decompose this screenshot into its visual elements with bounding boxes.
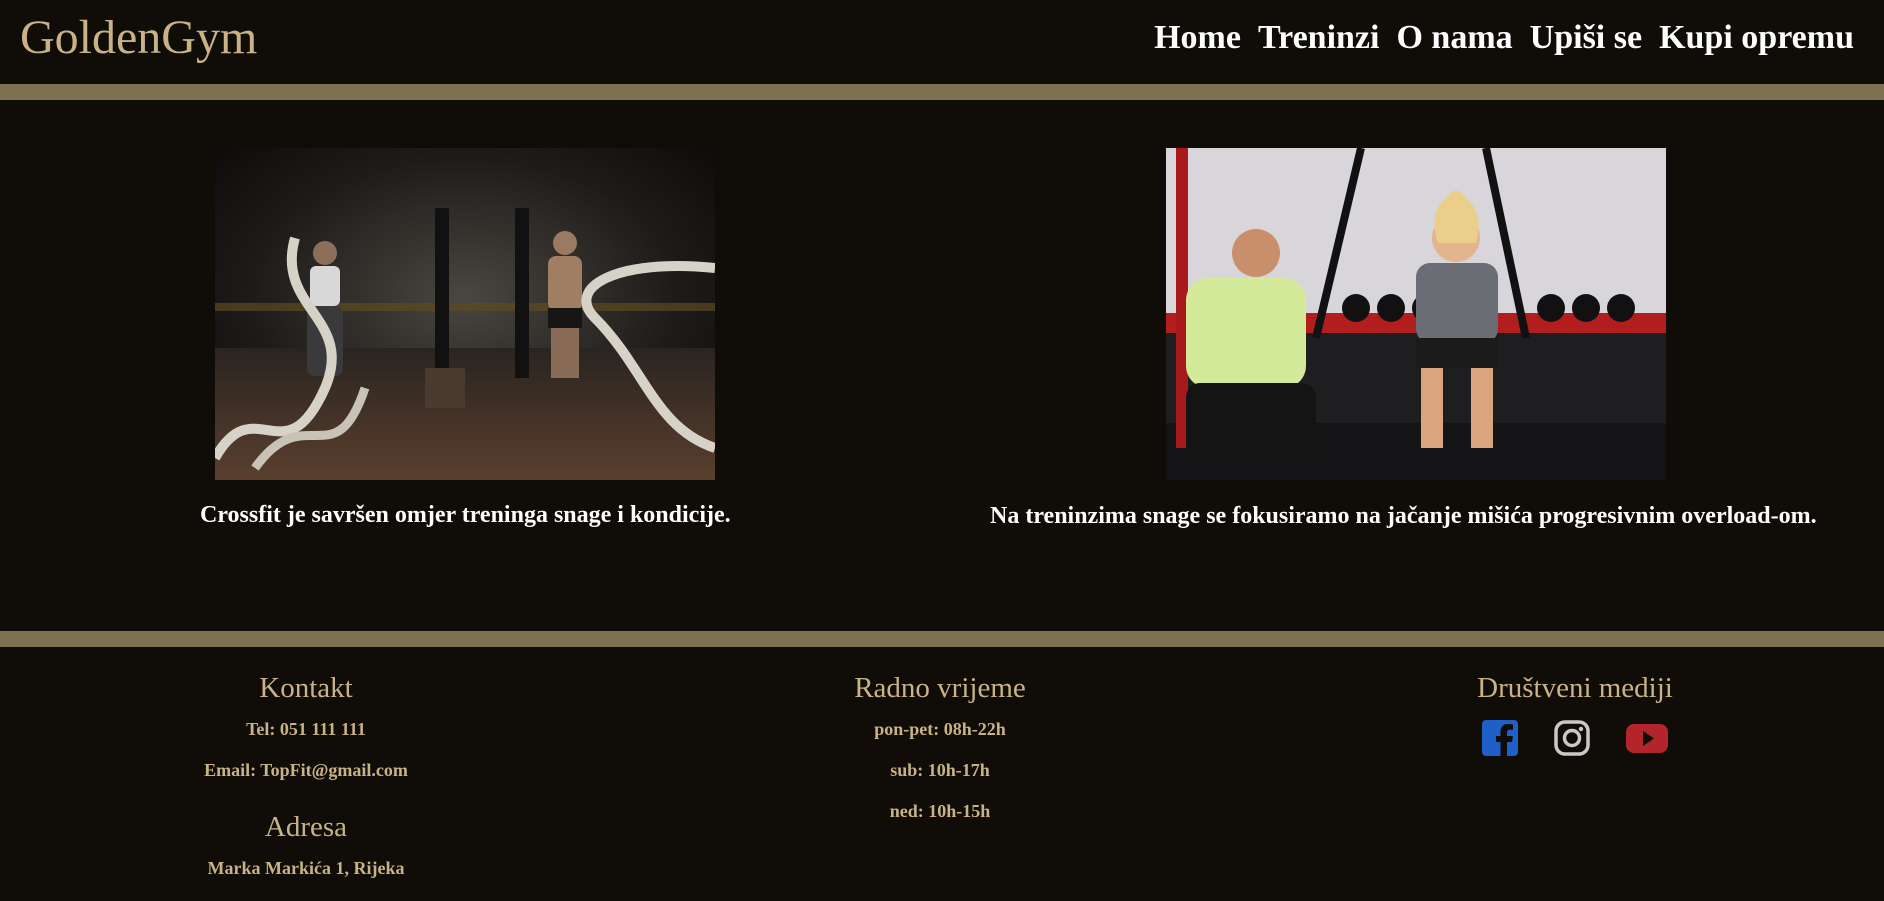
trx-training-photo <box>1166 148 1666 480</box>
contact-address: Marka Markića 1, Rijeka <box>207 858 405 878</box>
nav-upisi-se-link[interactable]: Upiši se <box>1530 14 1642 62</box>
hours-section: Radno vrijeme pon-pet: 08h-22h sub: 10h-… <box>790 672 1090 822</box>
nav-kupi-opremu-link[interactable]: Kupi opremu <box>1659 14 1854 62</box>
nav-home-link[interactable]: Home <box>1154 14 1241 62</box>
footer-divider <box>0 631 1884 647</box>
hours-sunday: ned: 10h-15h <box>889 801 991 821</box>
hours-saturday: sub: 10h-17h <box>890 760 990 780</box>
site-logo[interactable]: GoldenGym <box>20 10 257 66</box>
youtube-icon[interactable] <box>1625 719 1669 757</box>
social-title: Društveni mediji <box>1477 672 1673 704</box>
main-nav: Home Treninzi O nama Upiši se Kupi oprem… <box>1154 14 1854 62</box>
social-section: Društveni mediji <box>1425 672 1725 757</box>
contact-email[interactable]: Email: TopFit@gmail.com <box>156 760 456 781</box>
site-header: GoldenGym Home Treninzi O nama Upiši se … <box>0 0 1884 84</box>
battle-ropes-photo <box>215 148 715 480</box>
instagram-icon[interactable] <box>1553 719 1591 757</box>
nav-o-nama-link[interactable]: O nama <box>1396 14 1512 62</box>
header-divider <box>0 84 1884 100</box>
crossfit-caption: Crossfit je savršen omjer treninga snage… <box>200 502 731 528</box>
strength-caption: Na treninzima snage se fokusiramo na jač… <box>990 503 1817 529</box>
address-title: Adresa <box>264 811 348 843</box>
social-icons <box>1425 719 1725 757</box>
hours-title: Radno vrijeme <box>854 672 1026 704</box>
contact-title: Kontakt <box>259 672 353 704</box>
hours-weekdays: pon-pet: 08h-22h <box>874 719 1006 739</box>
contact-section: Kontakt Tel: 051 111 111 Email: TopFit@g… <box>156 672 456 879</box>
facebook-icon[interactable] <box>1481 719 1519 757</box>
nav-treninzi-link[interactable]: Treninzi <box>1258 14 1380 62</box>
contact-phone: Tel: 051 111 111 <box>246 719 366 739</box>
